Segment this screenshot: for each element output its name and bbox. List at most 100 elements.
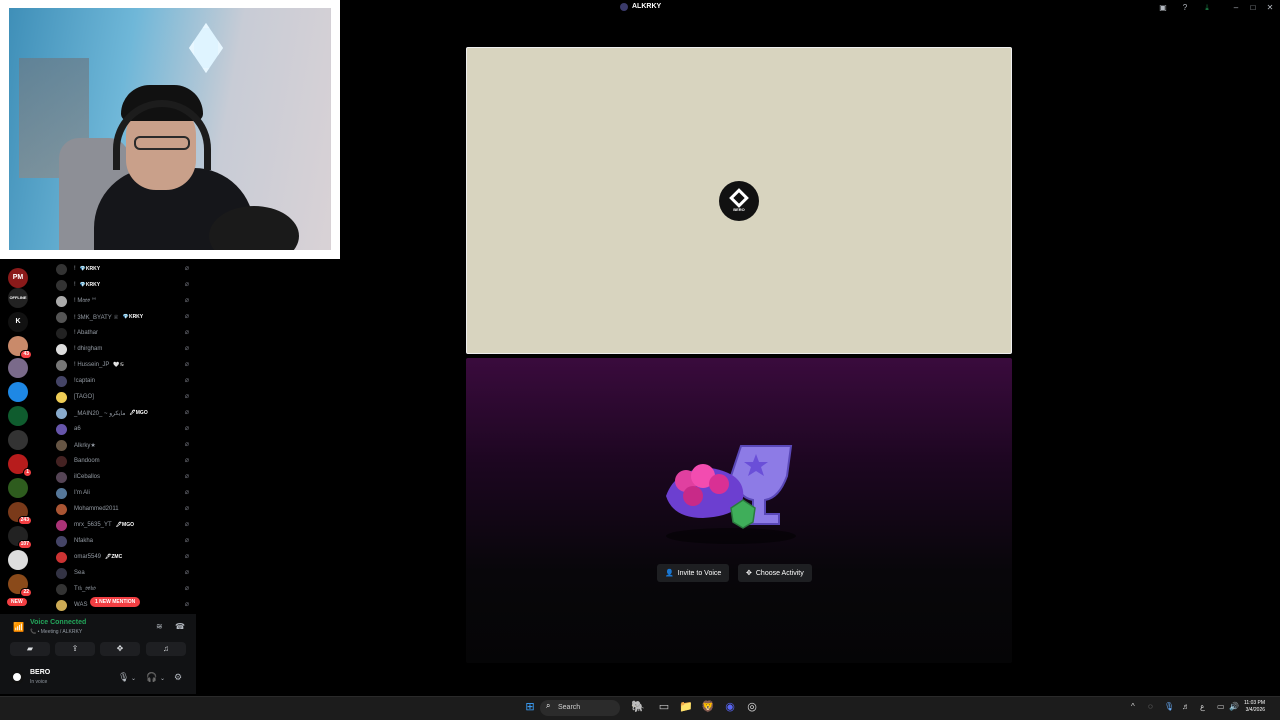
maximize-button[interactable]: □ xyxy=(1248,3,1258,13)
file-explorer-icon[interactable]: 📁 xyxy=(679,700,693,714)
member-row[interactable]: ! dhirgham ⌀ xyxy=(56,342,196,356)
windows-start-icon[interactable]: ⊞ xyxy=(523,700,537,714)
member-avatar xyxy=(56,439,67,451)
discord-taskbar-icon[interactable]: ◉ xyxy=(723,700,737,714)
soundboard-button[interactable]: ♫ xyxy=(146,642,186,656)
server-k[interactable]: K xyxy=(8,312,28,332)
screen-share-button[interactable]: ⇪ xyxy=(55,642,95,656)
member-name: _MAIN20_ ~ مايكرو xyxy=(74,410,126,417)
taskbar-search-input[interactable]: Search xyxy=(540,700,620,716)
member-tag: 💎KRKY xyxy=(79,266,101,272)
muted-mic-icon: ⌀ xyxy=(184,297,189,304)
settings-gear-icon[interactable]: ⚙ xyxy=(174,672,182,683)
member-row[interactable]: ! 3MK_BYATY ♕ 💎KRKY ⌀ xyxy=(56,310,196,324)
server-pm[interactable]: PM xyxy=(8,268,28,288)
headphones-icon[interactable]: 🎧 xyxy=(146,672,157,683)
tray-mic-icon[interactable]: 🎙 xyxy=(1164,702,1174,711)
clock-date: 3/4/2026 xyxy=(1245,707,1266,713)
chrome-icon[interactable]: ◎ xyxy=(745,700,759,714)
server-fire[interactable]: 243 xyxy=(8,502,32,525)
member-row[interactable]: ! M𝔞𝔬𝔬 °° ⌀ xyxy=(56,294,196,308)
member-row[interactable]: ! 💎KRKY ⌀ xyxy=(56,262,196,276)
unread-badge: 43 xyxy=(20,350,32,359)
server-mix[interactable] xyxy=(8,430,28,450)
voice-status[interactable]: Voice Connected xyxy=(30,619,86,626)
member-row[interactable]: T𝔦𝔨_𝔬𝔬𝔨𝔬 ⌀ xyxy=(56,582,196,596)
tray-app-icon[interactable]: ◌ xyxy=(1148,702,1153,711)
member-row[interactable]: Nfakha ⌀ xyxy=(56,534,196,548)
member-row[interactable]: [TAGO] ⌀ xyxy=(56,390,196,404)
muted-mic-icon: ⌀ xyxy=(184,505,189,512)
member-row[interactable]: Bandoom ⌀ xyxy=(56,454,196,468)
member-avatar xyxy=(56,471,67,483)
new-mention-pill[interactable]: 1 NEW MENTION xyxy=(90,597,141,607)
unread-badge: 1 xyxy=(23,468,32,477)
invite-to-voice-button[interactable]: 👤 Invite to Voice xyxy=(657,564,730,582)
widgets-icon[interactable]: 🐘 xyxy=(626,700,650,714)
member-row[interactable]: Sea ⌀ xyxy=(56,566,196,580)
noise-suppression-icon[interactable]: ≋ xyxy=(156,622,163,631)
member-row[interactable]: ! 💎KRKY ⌀ xyxy=(56,278,196,292)
webcam-overlay xyxy=(0,0,340,259)
user-status: In voice xyxy=(30,679,48,685)
inbox-icon[interactable]: ▣ xyxy=(1158,3,1168,13)
network-icon[interactable]: ▭ xyxy=(1217,702,1225,711)
server-brown[interactable]: 22 xyxy=(8,574,32,597)
member-row[interactable]: I'm Ali ⌀ xyxy=(56,486,196,500)
member-name: ! M𝔞𝔬𝔬 °° xyxy=(74,297,97,304)
taskbar-clock[interactable]: 11:03 PM 3/4/2026 xyxy=(1244,700,1265,714)
member-avatar xyxy=(56,487,67,499)
minimize-button[interactable]: – xyxy=(1231,3,1241,13)
diamond-logo-icon xyxy=(729,187,749,208)
new-servers-pill[interactable]: NEW xyxy=(7,598,27,606)
choose-activity-button[interactable]: ✥ Choose Activity xyxy=(738,564,812,582)
download-icon[interactable]: ⤓ xyxy=(1202,3,1212,13)
tray-language-icon[interactable]: ع xyxy=(1200,702,1205,711)
member-row[interactable]: ! Abathar ⌀ xyxy=(56,326,196,340)
server-offline[interactable]: OFFLINE xyxy=(8,288,28,308)
user-avatar[interactable] xyxy=(10,670,24,684)
close-button[interactable]: ✕ xyxy=(1265,3,1275,13)
member-row[interactable]: mrx_5635_YT 🖊MGO ⌀ xyxy=(56,518,196,532)
brave-browser-icon[interactable]: 🦁 xyxy=(701,700,715,714)
member-name: omar5549 xyxy=(74,554,102,560)
server-green[interactable] xyxy=(8,406,28,426)
app-logo-icon xyxy=(620,3,628,11)
camera-off-button[interactable]: ▰ xyxy=(10,642,50,656)
voice-channel[interactable]: 📞 • Meeting / ALKRKY xyxy=(30,629,82,635)
member-row[interactable]: ilCeballos ⌀ xyxy=(56,470,196,484)
server-blue[interactable] xyxy=(8,382,28,402)
muted-mic-icon: ⌀ xyxy=(184,425,189,432)
server-dark[interactable]: 107 xyxy=(8,526,32,549)
disconnect-icon[interactable]: ☎ xyxy=(175,622,185,631)
mic-chevron-icon[interactable]: ⌄ xyxy=(131,675,136,682)
server-avatar-1[interactable]: 43 xyxy=(8,336,32,359)
server-avatar-2[interactable] xyxy=(8,358,28,378)
member-name: T𝔦𝔨_𝔬𝔬𝔨𝔬 xyxy=(74,585,96,592)
member-name: !captain xyxy=(74,378,96,384)
microphone-icon[interactable]: 🎙 xyxy=(118,672,129,683)
member-row[interactable]: ! Hussein_JP 🤍♋ ⌀ xyxy=(56,358,196,372)
help-icon[interactable]: ? xyxy=(1180,3,1190,13)
member-name: Bandoom xyxy=(74,458,100,464)
member-row[interactable]: Mohammed2011 ⌀ xyxy=(56,502,196,516)
member-row[interactable]: omar5549 🖊ZMC ⌀ xyxy=(56,550,196,564)
server-leaf[interactable] xyxy=(8,478,28,498)
volume-icon[interactable]: 🔊 xyxy=(1229,702,1239,711)
activities-button[interactable]: ✥ xyxy=(100,642,140,656)
member-row[interactable]: _MAIN20_ ~ مايكرو 🖊MGO ⌀ xyxy=(56,406,196,420)
member-row[interactable]: a6 ⌀ xyxy=(56,422,196,436)
task-view-icon[interactable]: ▭ xyxy=(657,700,671,714)
headphones-chevron-icon[interactable]: ⌄ xyxy=(160,675,165,682)
server-white[interactable] xyxy=(8,550,28,570)
member-row[interactable]: Alkrky★ ⌀ xyxy=(56,438,196,452)
member-avatar xyxy=(56,279,67,291)
tray-chevron-icon[interactable]: ^ xyxy=(1131,702,1135,711)
user-name[interactable]: BERO xyxy=(30,669,50,676)
member-tag: 🤍♋ xyxy=(113,362,125,368)
signal-icon[interactable]: 📶 xyxy=(13,622,24,633)
tray-headset-icon[interactable]: ♬ xyxy=(1182,702,1190,711)
member-row[interactable]: !captain ⌀ xyxy=(56,374,196,388)
stage-video-tile[interactable]: BERO xyxy=(466,47,1012,354)
server-red[interactable]: 1 xyxy=(8,454,32,477)
